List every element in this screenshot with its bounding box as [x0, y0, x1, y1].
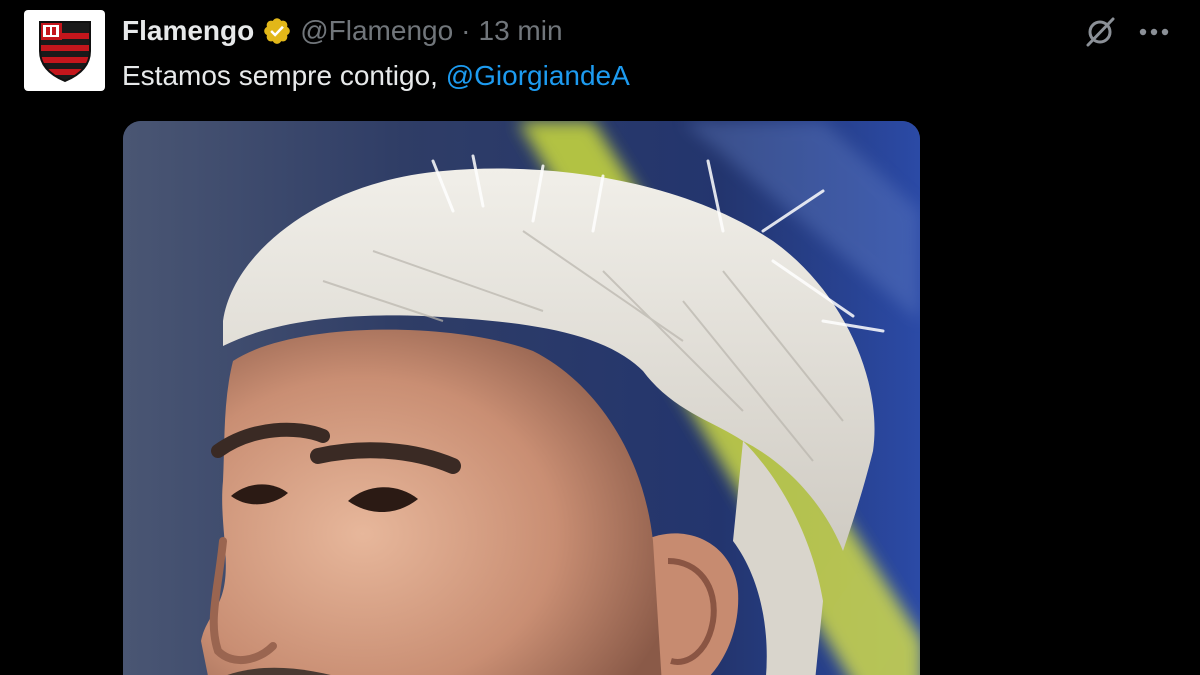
- more-options-button[interactable]: [1134, 12, 1174, 52]
- grok-icon: [1086, 17, 1115, 47]
- profile-avatar[interactable]: [24, 10, 105, 91]
- tweet-header: Flamengo @Flamengo · 13 min: [122, 12, 563, 50]
- tweet-text-body: Estamos sempre contigo,: [122, 60, 446, 91]
- timestamp[interactable]: 13 min: [479, 15, 563, 47]
- separator-dot: ·: [461, 15, 471, 46]
- grok-button[interactable]: [1080, 12, 1120, 52]
- player-portrait-image: [123, 121, 920, 675]
- author-handle[interactable]: @Flamengo: [300, 15, 453, 47]
- tweet-text: Estamos sempre contigo, @GiorgiandeA: [122, 58, 630, 94]
- mention-link[interactable]: @GiorgiandeA: [446, 60, 630, 91]
- flamengo-crest-icon: [38, 20, 91, 82]
- verified-badge-icon[interactable]: [262, 16, 292, 46]
- author-name[interactable]: Flamengo: [122, 15, 254, 47]
- more-dots-icon: [1139, 28, 1169, 36]
- tweet[interactable]: Flamengo @Flamengo · 13 min Estamos semp…: [0, 0, 1200, 675]
- tweet-photo[interactable]: [123, 121, 920, 675]
